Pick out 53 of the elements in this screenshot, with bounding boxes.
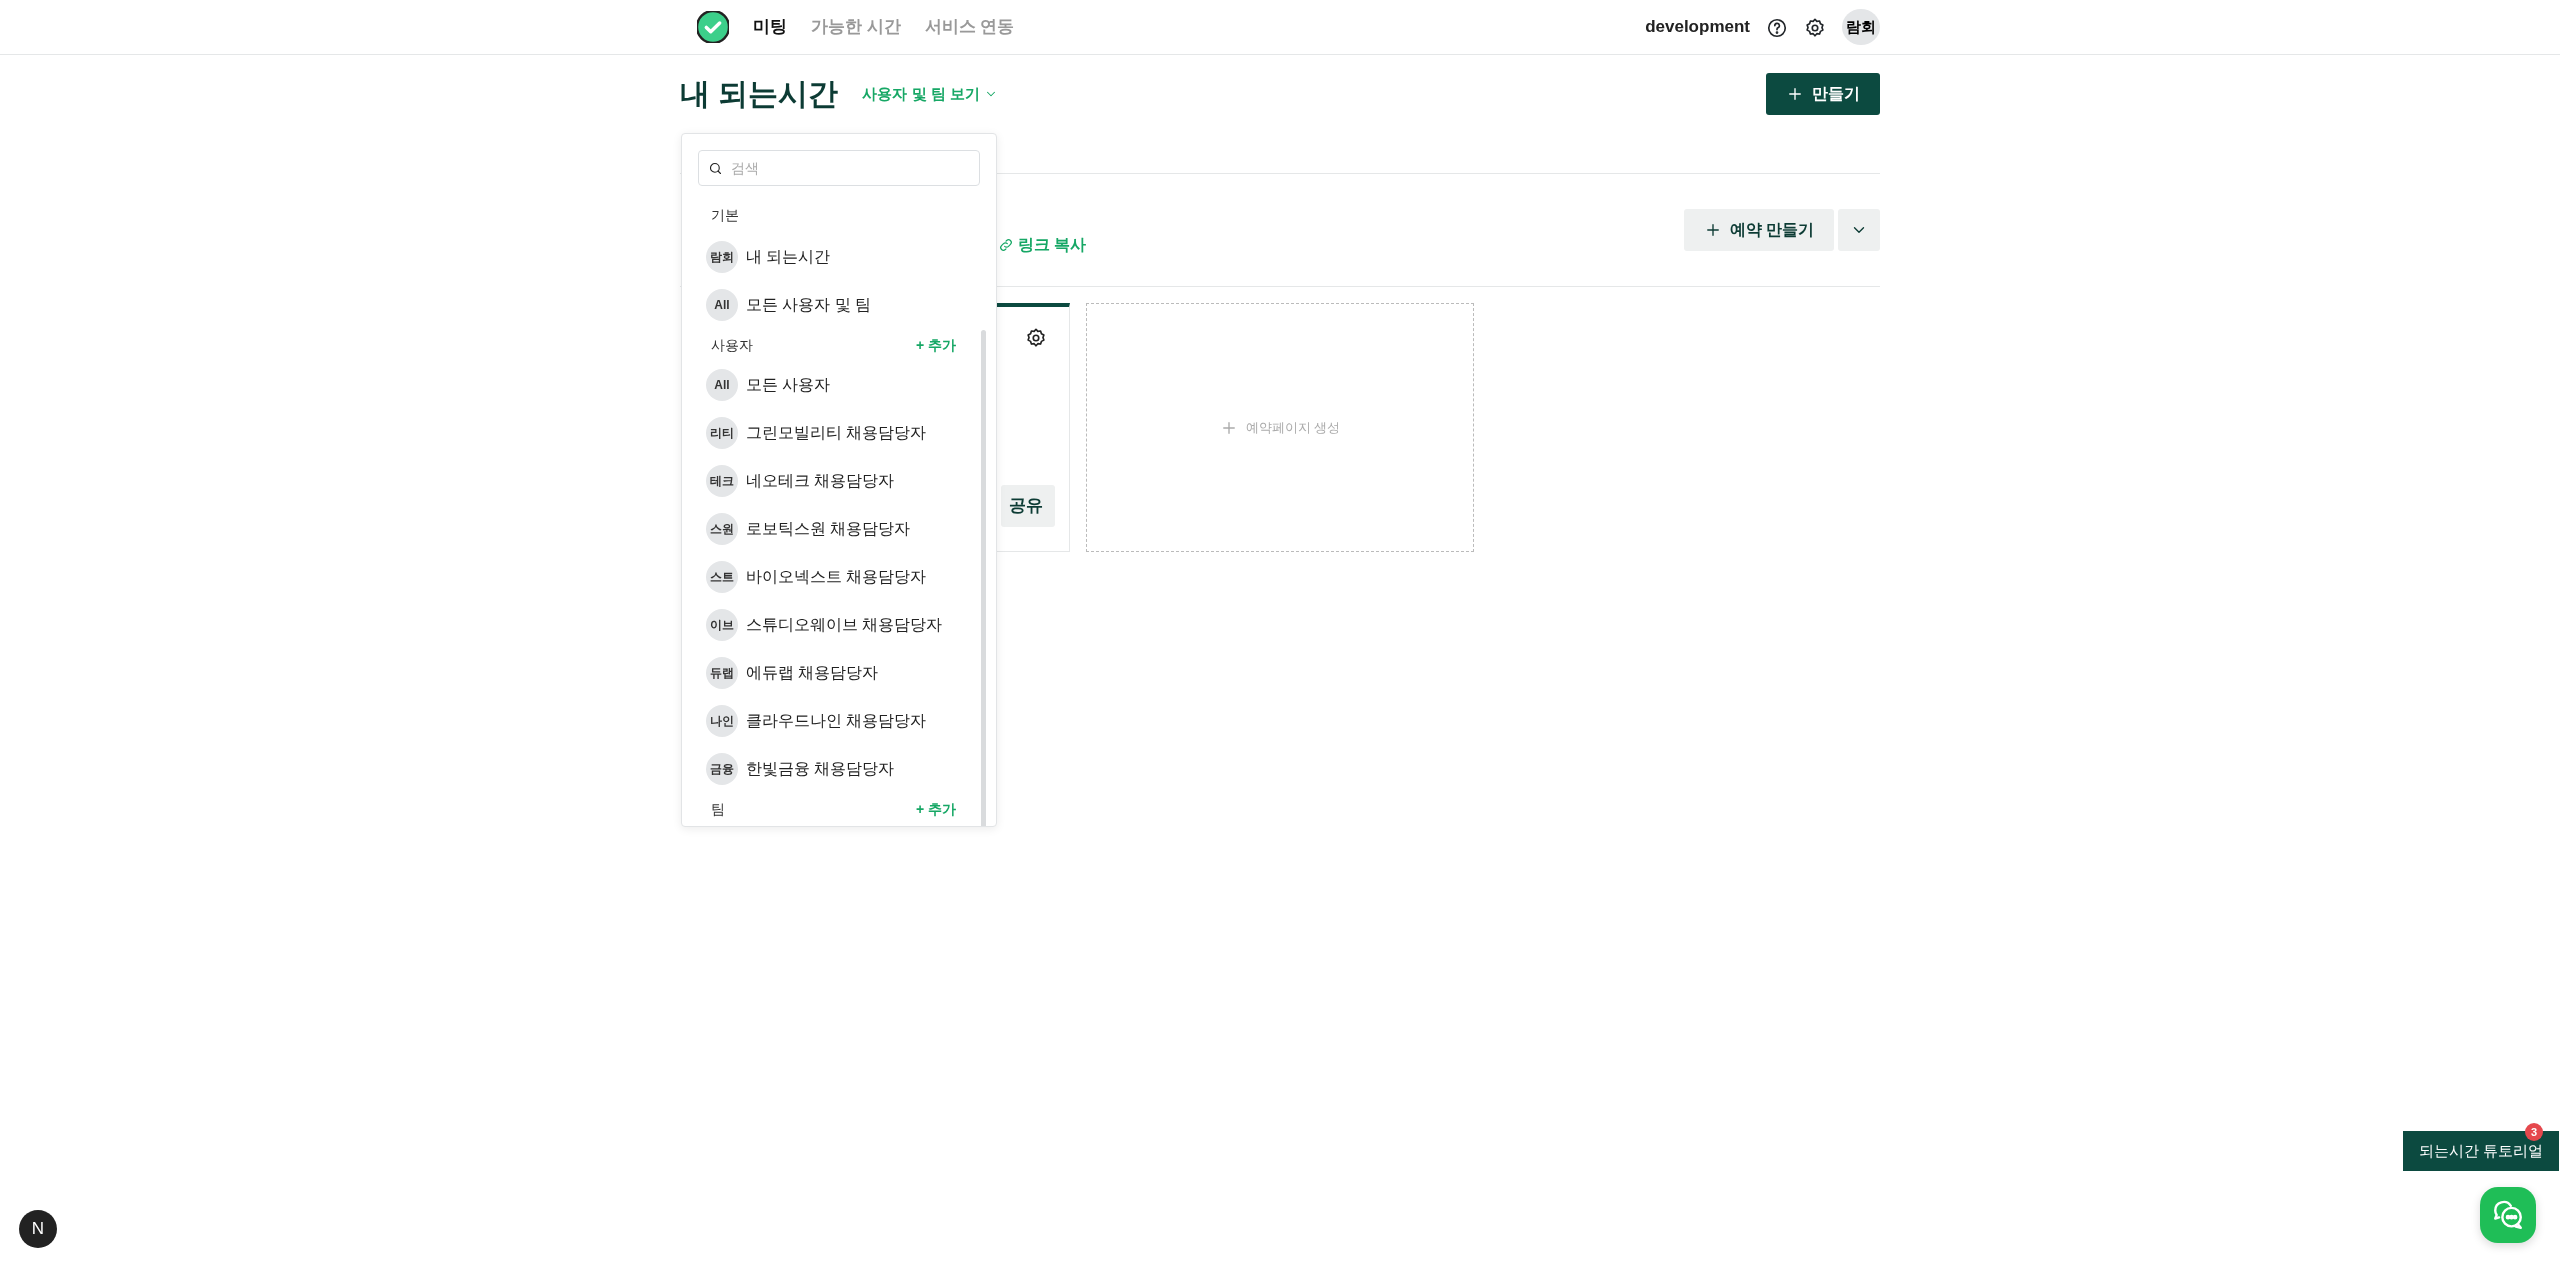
item-label: 한빛금융 채용담당자 — [746, 759, 895, 779]
avatar: 스원 — [706, 513, 738, 545]
item-label: 로보틱스원 채용담당자 — [746, 519, 911, 539]
avatar: 듀랩 — [706, 657, 738, 689]
page-title: 내 되는시간 — [680, 76, 839, 112]
booking-button[interactable]: 예약 만들기 — [1683, 209, 1834, 251]
workspace-name: development — [1645, 16, 1750, 39]
item-label: 클라우드나인 채용담당자 — [746, 711, 927, 731]
dropdown-item[interactable]: 스원 로보틱스원 채용담당자 — [698, 505, 980, 553]
plus-icon — [1786, 85, 1804, 103]
dropdown-item[interactable]: 스트 바이오넥스트 채용담당자 — [698, 553, 980, 601]
user-avatar[interactable]: 람회 — [1842, 9, 1880, 45]
dev-indicator-button[interactable]: N — [19, 1210, 57, 1248]
avatar: 이브 — [706, 609, 738, 641]
avatar: 리티 — [706, 417, 738, 449]
avatar: All — [706, 289, 738, 321]
link-icon — [998, 237, 1014, 253]
section-label: 사용자 — [711, 335, 753, 355]
section-label: 팀 — [711, 799, 725, 819]
help-icon — [1766, 16, 1788, 39]
dropdown-item[interactable]: 이브 스튜디오웨이브 채용담당자 — [698, 601, 980, 649]
avatar: 나인 — [706, 705, 738, 737]
item-label: 모든 사용자 — [746, 375, 831, 395]
item-label: 그린모빌리티 채용담당자 — [746, 423, 927, 443]
item-label: 네오테크 채용담당자 — [746, 471, 895, 491]
settings-icon — [1025, 327, 1047, 349]
share-button[interactable]: 공유 — [1001, 485, 1055, 527]
item-label: 모든 사용자 및 팀 — [746, 295, 872, 315]
nav-tab[interactable]: 미팅 — [753, 14, 787, 40]
avatar: 람회 — [706, 241, 738, 273]
avatar: 스트 — [706, 561, 738, 593]
dropdown-item[interactable]: 람회 내 되는시간 — [698, 233, 980, 281]
item-label: 내 되는시간 — [746, 247, 831, 267]
create-button[interactable]: 만들기 — [1766, 73, 1880, 115]
search-field[interactable]: 검색 — [698, 150, 980, 186]
item-label: 스튜디오웨이브 채용담당자 — [746, 615, 943, 635]
dropdown-item[interactable]: 듀랩 에듀랩 채용담당자 — [698, 649, 980, 697]
item-label: 바이오넥스트 채용담당자 — [746, 567, 927, 587]
notification-badge: 3 — [2525, 1123, 2543, 1141]
dropdown-item[interactable]: All 모든 사용자 — [698, 361, 980, 409]
dropdown-item[interactable]: 나인 클라우드나인 채용담당자 — [698, 697, 980, 745]
dropdown-item[interactable]: 금융 한빛금융 채용담당자 — [698, 745, 980, 793]
avatar: All — [706, 369, 738, 401]
dropdown-item[interactable]: All 모든 사용자 및 팀 — [698, 281, 980, 329]
dropdown-item[interactable]: 테크 네오테크 채용담당자 — [698, 457, 980, 505]
settings-icon — [1804, 16, 1826, 39]
chat-bubbles-icon — [2491, 1198, 2525, 1232]
item-label: 에듀랩 채용담당자 — [746, 663, 879, 683]
avatar: 금융 — [706, 753, 738, 785]
dropdown-item[interactable]: 리티 그린모빌리티 채용담당자 — [698, 409, 980, 457]
check-logo-icon — [697, 11, 729, 43]
section-label: 기본 — [711, 205, 739, 225]
avatar: 테크 — [706, 465, 738, 497]
